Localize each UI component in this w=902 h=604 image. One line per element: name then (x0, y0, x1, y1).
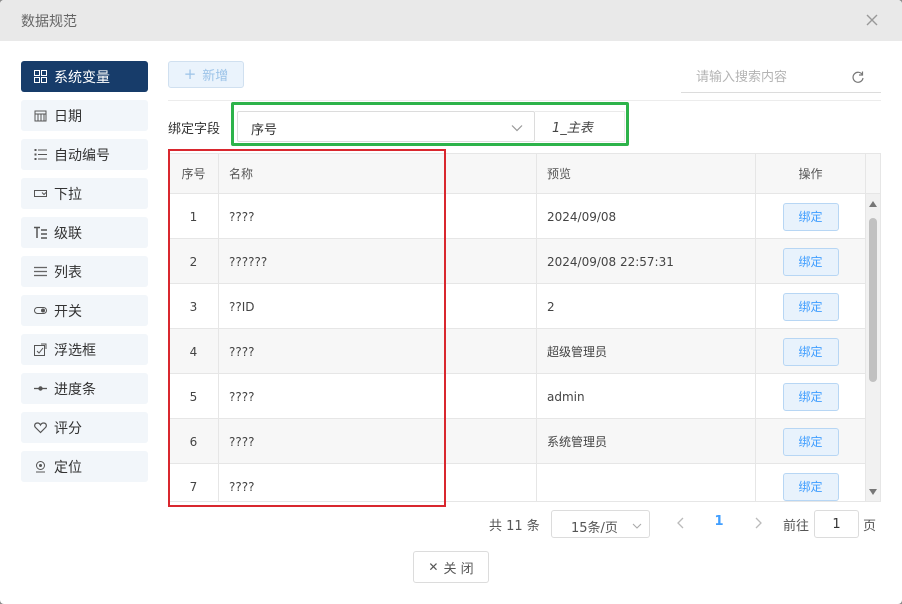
sidebar-item-date[interactable]: 日期 (21, 100, 148, 131)
column-header-gutter (866, 154, 880, 194)
prev-page-icon[interactable] (674, 514, 688, 532)
sidebar-item-label: 评分 (54, 420, 82, 437)
close-button-label: 关 闭 (443, 561, 474, 577)
sidebar-item-label: 进度条 (54, 381, 96, 398)
page-suffix-label: 页 (863, 519, 877, 534)
next-page-icon[interactable] (751, 514, 765, 532)
close-icon: ✕ (428, 560, 439, 574)
list-icon (33, 265, 47, 279)
sidebar-item-popup-select[interactable]: 浮选框 (21, 334, 148, 365)
sidebar-item-progress-bar[interactable]: 进度条 (21, 373, 148, 404)
row-action: 绑定 (756, 464, 866, 501)
row-preview: 2024/09/08 (537, 194, 756, 239)
scroll-up-arrow-icon[interactable] (869, 201, 877, 207)
row-action: 绑定 (756, 239, 866, 284)
sidebar-item-label: 系统变量 (54, 69, 110, 86)
refresh-icon[interactable] (851, 70, 865, 84)
data-spec-dialog: 数据规范 系统变量 日期 自动编号 下拉 级联 列表 开关 浮选框 进度条 评分… (0, 0, 902, 604)
bind-button[interactable]: 绑定 (782, 382, 839, 411)
bind-button[interactable]: 绑定 (782, 472, 839, 501)
row-preview: 2024/09/08 22:57:31 (537, 239, 756, 284)
column-header-preview: 预览 (537, 154, 756, 194)
location-icon (33, 460, 47, 474)
sidebar-item-auto-number[interactable]: 自动编号 (21, 139, 148, 170)
sidebar-item-label: 列表 (54, 264, 82, 281)
goto-label: 前往 (783, 519, 810, 534)
numbered-list-icon (33, 148, 47, 162)
add-button-label: 新增 (202, 69, 229, 84)
sidebar-item-cascade[interactable]: 级联 (21, 217, 148, 248)
bind-button[interactable]: 绑定 (782, 202, 839, 231)
cascade-icon (33, 226, 47, 240)
row-preview: admin (537, 374, 756, 419)
row-action: 绑定 (756, 194, 866, 239)
goto-page-input[interactable] (814, 510, 859, 538)
sidebar-item-system-variables[interactable]: 系统变量 (21, 61, 148, 92)
sidebar-item-label: 定位 (54, 459, 82, 476)
close-icon[interactable] (862, 10, 882, 30)
row-preview: 系统管理员 (537, 419, 756, 464)
sidebar-item-switch[interactable]: 开关 (21, 295, 148, 326)
sidebar-item-label: 日期 (54, 108, 82, 125)
bind-button[interactable]: 绑定 (782, 247, 839, 276)
column-header-action: 操作 (756, 154, 866, 194)
plus-icon: + (183, 65, 197, 83)
sidebar-item-dropdown[interactable]: 下拉 (21, 178, 148, 209)
sidebar-item-list[interactable]: 列表 (21, 256, 148, 287)
search-box (681, 62, 881, 93)
sidebar-item-label: 浮选框 (54, 342, 96, 359)
table-scrollbar[interactable] (866, 194, 880, 501)
page-size-select[interactable]: 15条/页 (551, 510, 650, 538)
sidebar-item-label: 自动编号 (54, 147, 110, 164)
bind-field-label: 绑定字段 (168, 122, 221, 137)
bind-button[interactable]: 绑定 (782, 337, 839, 366)
row-action: 绑定 (756, 419, 866, 464)
search-input[interactable] (681, 62, 851, 92)
toolbar-divider (168, 100, 881, 101)
page-size-value: 15条/页 (571, 521, 618, 536)
row-action: 绑定 (756, 284, 866, 329)
heart-icon (33, 421, 47, 435)
bind-button[interactable]: 绑定 (782, 292, 839, 321)
sidebar-item-label: 开关 (54, 303, 82, 320)
row-action: 绑定 (756, 329, 866, 374)
sidebar-item-label: 下拉 (54, 186, 82, 203)
row-preview: 2 (537, 284, 756, 329)
calendar-icon (33, 109, 47, 123)
close-button[interactable]: ✕ 关 闭 (413, 551, 489, 583)
grid-icon (33, 70, 47, 84)
dialog-title: 数据规范 (21, 14, 77, 30)
sidebar-item-location[interactable]: 定位 (21, 451, 148, 482)
highlight-box-red (168, 149, 446, 507)
dialog-header: 数据规范 (0, 0, 902, 41)
pagination-current-page[interactable]: 1 (709, 514, 729, 529)
row-preview: 超级管理员 (537, 329, 756, 374)
chevron-down-icon (632, 520, 642, 530)
bind-button[interactable]: 绑定 (782, 427, 839, 456)
scroll-thumb[interactable] (869, 218, 877, 382)
row-preview (537, 464, 756, 501)
sidebar-item-label: 级联 (54, 225, 82, 242)
add-button[interactable]: + 新增 (168, 61, 244, 88)
row-action: 绑定 (756, 374, 866, 419)
scroll-down-arrow-icon[interactable] (869, 489, 877, 495)
toggle-icon (33, 304, 47, 318)
highlight-box-green (231, 102, 629, 146)
pagination-total: 共 11 条 (489, 519, 540, 534)
sidebar-item-rating[interactable]: 评分 (21, 412, 148, 443)
popup-select-icon (33, 343, 47, 357)
progress-icon (33, 382, 47, 396)
dropdown-icon (33, 187, 47, 201)
